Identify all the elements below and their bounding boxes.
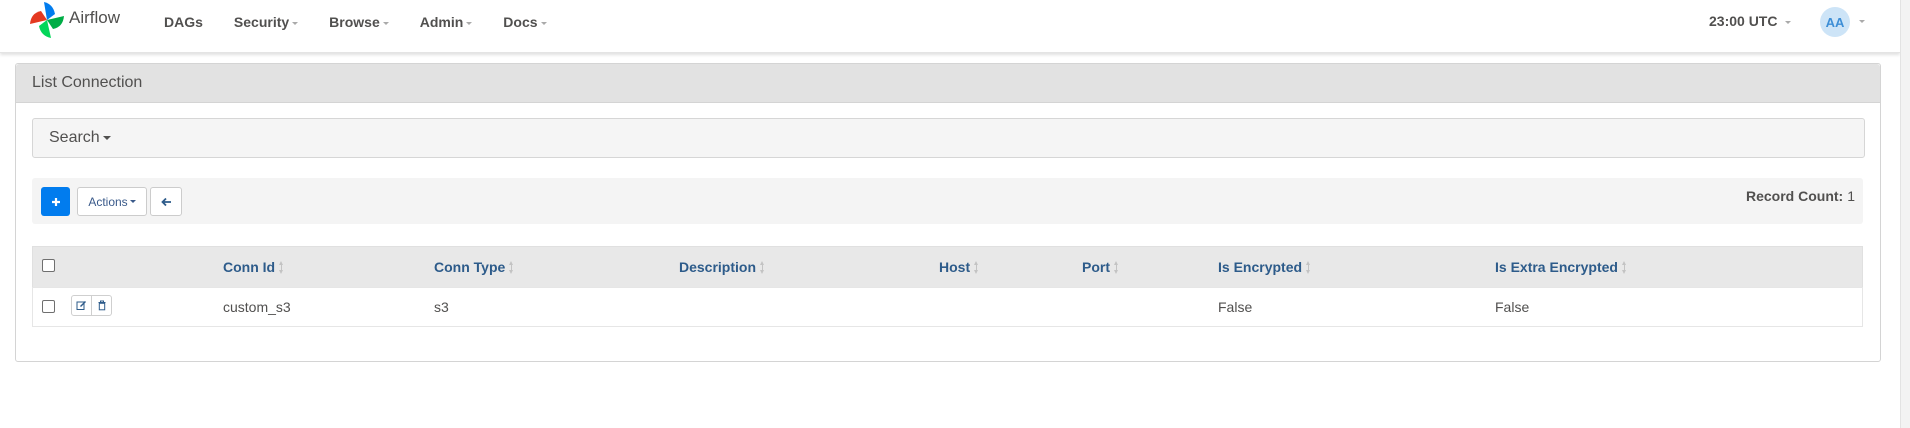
sort-icon xyxy=(1621,260,1627,274)
row-actions xyxy=(71,295,112,316)
sort-icon xyxy=(509,260,514,274)
search-panel[interactable]: Search xyxy=(32,118,1865,158)
avatar-initials: AA xyxy=(1825,14,1845,30)
arrow-left-icon xyxy=(160,197,171,206)
timezone-clock[interactable]: 23:00 UTC xyxy=(1709,13,1792,29)
menu-docs-label: Docs xyxy=(503,14,538,30)
menu-docs[interactable]: Docs xyxy=(503,14,547,30)
list-connection-panel: List Connection Search Actions Record Co… xyxy=(15,63,1881,362)
caret-down-icon xyxy=(292,21,299,25)
user-avatar[interactable]: AA xyxy=(1820,7,1850,37)
edit-record-button[interactable] xyxy=(71,295,92,316)
column-label: Conn Type xyxy=(434,259,506,275)
column-header-is-encrypted[interactable]: Is Encrypted xyxy=(1218,259,1311,275)
cell-is-extra-encrypted: False xyxy=(1495,299,1530,315)
caret-down-icon xyxy=(382,21,389,25)
cell-is-encrypted: False xyxy=(1218,299,1253,315)
vertical-scrollbar[interactable] xyxy=(1900,0,1910,428)
column-label: Port xyxy=(1082,259,1110,275)
user-menu-caret-icon[interactable] xyxy=(1859,20,1865,23)
actions-dropdown-button[interactable]: Actions xyxy=(77,187,147,216)
column-header-description[interactable]: Description xyxy=(679,259,765,275)
menu-security[interactable]: Security xyxy=(233,14,299,30)
sort-icon xyxy=(760,260,765,274)
delete-record-button[interactable] xyxy=(92,295,112,316)
connections-table: Conn Id Conn Type Description Host Port … xyxy=(32,246,1863,327)
main-menu: DAGs Security Browse Admin Docs xyxy=(164,0,578,44)
clock-label: 23:00 UTC xyxy=(1709,13,1778,29)
record-count-value: 1 xyxy=(1847,188,1855,204)
column-label: Is Encrypted xyxy=(1218,259,1303,275)
brand[interactable]: Airflow xyxy=(29,0,120,40)
column-header-is-extra-encrypted[interactable]: Is Extra Encrypted xyxy=(1495,259,1627,275)
cell-conn-type: s3 xyxy=(434,299,449,315)
add-record-button[interactable] xyxy=(41,187,70,216)
column-header-conn-id[interactable]: Conn Id xyxy=(223,259,284,275)
column-header-host[interactable]: Host xyxy=(939,259,979,275)
cell-conn-id: custom_s3 xyxy=(223,299,291,315)
table-row: custom_s3 s3 False False xyxy=(32,287,1863,327)
back-button[interactable] xyxy=(150,187,182,216)
menu-admin[interactable]: Admin xyxy=(420,14,473,30)
trash-icon xyxy=(98,300,105,311)
sort-icon xyxy=(1306,260,1311,274)
column-label: Host xyxy=(939,259,971,275)
caret-down-icon xyxy=(129,200,136,203)
caret-down-icon xyxy=(466,21,473,25)
column-header-port[interactable]: Port xyxy=(1082,259,1119,275)
airflow-logo-icon xyxy=(30,2,64,38)
menu-security-label: Security xyxy=(233,14,290,30)
sort-icon xyxy=(279,260,284,274)
column-label: Description xyxy=(679,259,757,275)
sort-icon xyxy=(974,260,979,274)
search-toggle[interactable]: Search xyxy=(49,129,111,147)
select-all-checkbox[interactable] xyxy=(42,259,55,272)
plus-icon xyxy=(51,197,60,206)
panel-title: List Connection xyxy=(16,64,1880,103)
top-navbar: Airflow DAGs Security Browse Admin Docs … xyxy=(0,0,1900,53)
edit-icon xyxy=(76,301,86,310)
menu-admin-label: Admin xyxy=(419,14,464,30)
caret-down-icon xyxy=(102,136,111,140)
caret-down-icon xyxy=(540,21,547,25)
menu-dags-label: DAGs xyxy=(164,14,203,30)
actions-label: Actions xyxy=(88,194,128,209)
column-label: Is Extra Encrypted xyxy=(1495,259,1618,275)
search-label: Search xyxy=(49,129,100,146)
record-count-label: Record Count: xyxy=(1745,188,1844,204)
record-count: Record Count: 1 xyxy=(1746,188,1855,204)
table-header: Conn Id Conn Type Description Host Port … xyxy=(32,246,1863,287)
sort-icon xyxy=(1114,260,1119,274)
row-select-checkbox[interactable] xyxy=(42,300,55,313)
menu-browse[interactable]: Browse xyxy=(329,14,389,30)
list-toolbar: Actions Record Count: 1 xyxy=(32,178,1863,224)
column-header-conn-type[interactable]: Conn Type xyxy=(434,259,514,275)
column-label: Conn Id xyxy=(223,259,276,275)
menu-browse-label: Browse xyxy=(329,14,380,30)
brand-name: Airflow xyxy=(69,8,121,27)
caret-down-icon xyxy=(1785,20,1792,24)
menu-dags[interactable]: DAGs xyxy=(164,14,203,30)
